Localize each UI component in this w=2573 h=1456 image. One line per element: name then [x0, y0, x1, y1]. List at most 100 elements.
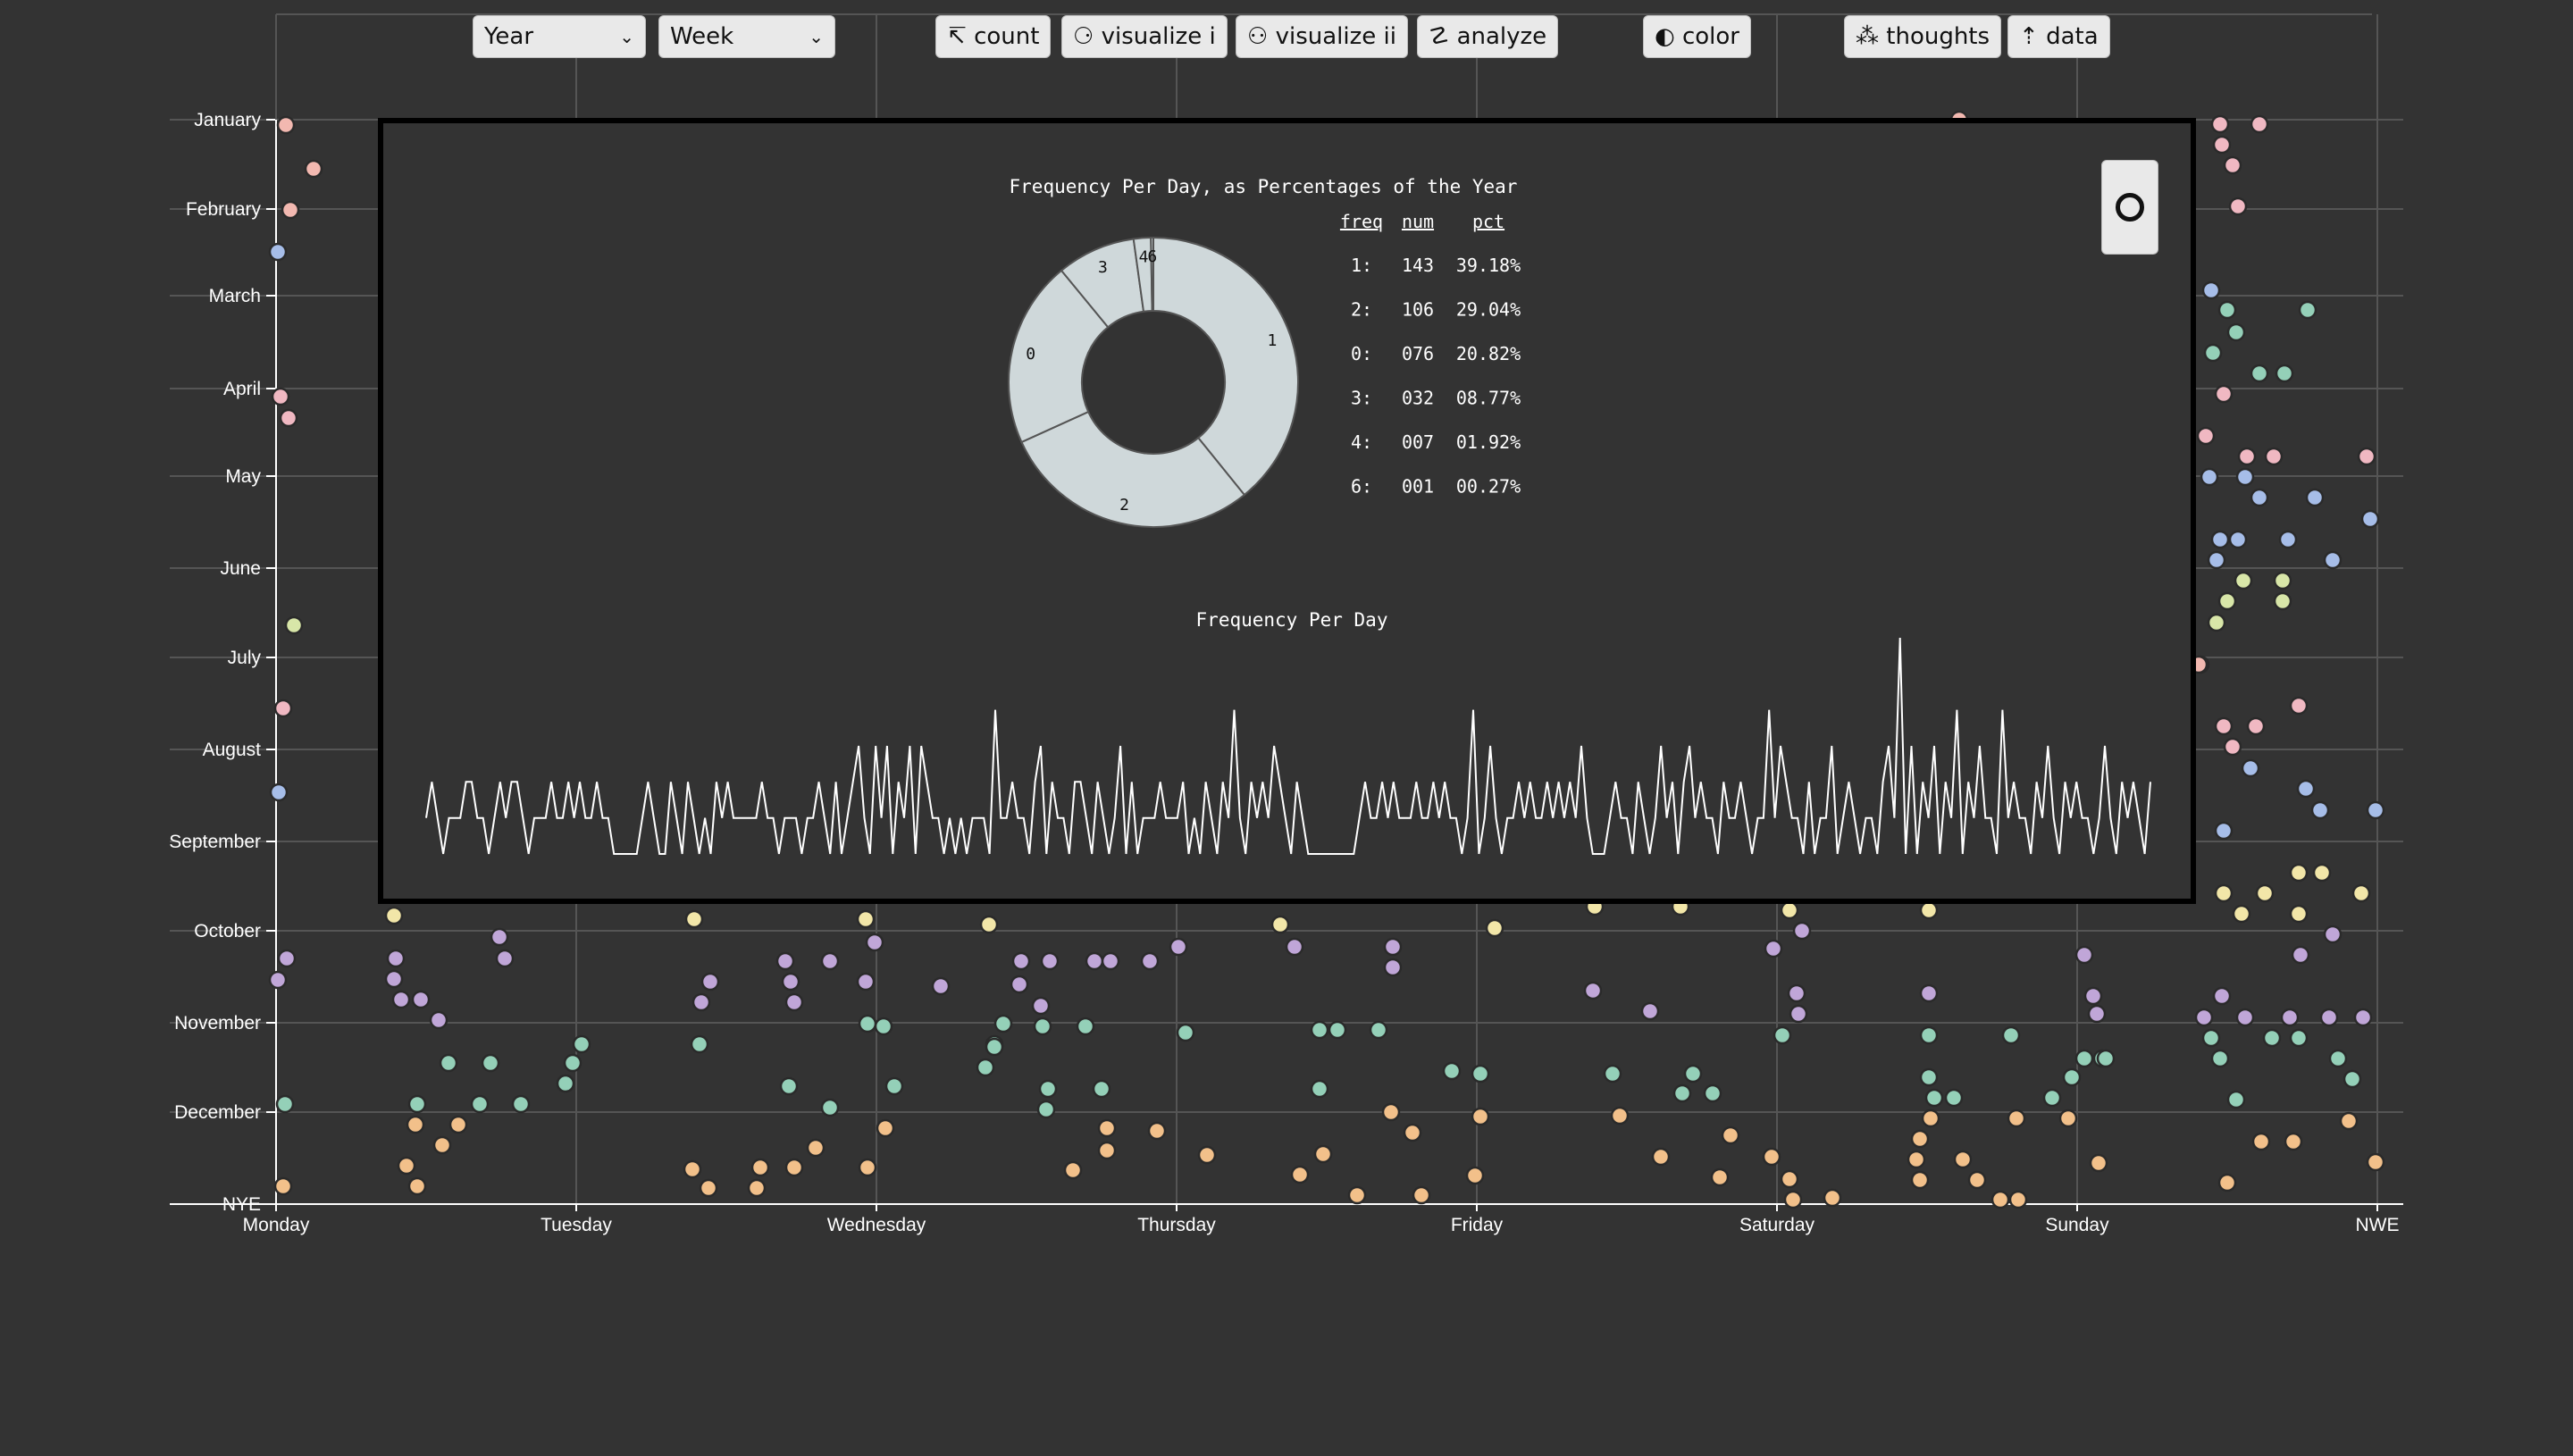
frequency-line [425, 637, 2151, 855]
color-button[interactable]: ◐ color [1643, 15, 1751, 58]
day-dot [1773, 1025, 1792, 1045]
day-dot [2273, 571, 2292, 590]
day-dot [284, 615, 304, 635]
day-dot [976, 1058, 995, 1077]
data-label: data [2046, 23, 2099, 50]
day-dot [2210, 114, 2230, 134]
day-dot [572, 1034, 591, 1054]
day-dot [747, 1178, 767, 1198]
day-dot [2343, 1069, 2362, 1089]
day-dot [2323, 550, 2343, 570]
day-dot [2251, 1132, 2271, 1151]
day-dot [1197, 1145, 1217, 1165]
day-dot [391, 990, 411, 1009]
day-dot [1683, 1064, 1703, 1084]
day-dot [563, 1053, 582, 1073]
day-dot [281, 200, 300, 220]
granularity-select[interactable]: Week ⌄ [658, 15, 835, 58]
day-dot [2214, 384, 2234, 404]
thoughts-label: thoughts [1886, 23, 1991, 50]
day-dot [2214, 821, 2234, 841]
day-dot [2235, 1008, 2255, 1027]
day-dot [407, 1176, 427, 1196]
day-dot [1485, 918, 1504, 938]
day-dot [1290, 1165, 1310, 1184]
day-dot [2223, 155, 2242, 175]
day-dot [2217, 300, 2237, 320]
day-dot [1603, 1064, 1622, 1084]
day-dot [495, 949, 515, 968]
day-dot [2250, 488, 2269, 507]
visualize-i-button[interactable]: ⚆ visualize i [1061, 15, 1228, 58]
day-dot [279, 408, 298, 428]
visualize-ii-icon: ⚇ [1247, 23, 1269, 50]
day-dot [2226, 322, 2246, 342]
close-button[interactable] [2101, 160, 2158, 255]
day-dot [1910, 1170, 1930, 1190]
day-dot [2008, 1190, 2028, 1209]
table-header: freq [1340, 211, 1383, 232]
day-dot [2234, 571, 2253, 590]
day-dot [1381, 1102, 1401, 1122]
day-dot [1991, 1190, 2010, 1209]
day-dot [876, 1118, 895, 1138]
day-dot [1038, 1079, 1058, 1099]
day-dot [1823, 1188, 1842, 1208]
table-cell: 29.04% [1456, 299, 1521, 321]
day-dot [858, 1158, 877, 1177]
day-dot [273, 1176, 293, 1196]
y-tick-label: June [220, 558, 261, 579]
day-dot [1710, 1167, 1730, 1187]
day-dot [2001, 1025, 2021, 1045]
day-dot [2298, 300, 2317, 320]
visualize-ii-button[interactable]: ⚇ visualize ii [1236, 15, 1408, 58]
data-button[interactable]: ⇡ data [2007, 15, 2110, 58]
day-dot [1640, 1001, 1660, 1021]
day-dot [2310, 800, 2330, 820]
day-dot [2273, 591, 2292, 611]
day-dot [1176, 1023, 1195, 1042]
analysis-modal: Frequency Per Day, as Percentages of the… [378, 118, 2196, 904]
chevron-down-icon: ⌄ [809, 26, 824, 47]
analyze-button[interactable]: ☡ analyze [1417, 15, 1559, 58]
table-header: pct [1472, 211, 1504, 232]
table-cell: 3: [1351, 388, 1372, 409]
day-dot [2214, 716, 2234, 736]
day-dot [781, 972, 800, 992]
day-dot [1036, 1100, 1056, 1119]
pie-slice-label: 1 [1268, 331, 1278, 350]
day-dot [2289, 904, 2309, 924]
day-dot [386, 949, 406, 968]
x-tick-label: Saturday [1739, 1215, 1815, 1235]
analyze-icon: ☡ [1429, 23, 1450, 50]
day-dot [2366, 800, 2385, 820]
thoughts-button[interactable]: ⁂ thoughts [1844, 15, 2002, 58]
day-dot [2232, 904, 2251, 924]
day-dot [1471, 1064, 1490, 1084]
day-dot [1789, 1004, 1808, 1024]
visualize-i-icon: ⚆ [1073, 23, 1094, 50]
day-dot [1967, 1170, 1987, 1190]
y-tick-label: November [174, 1013, 261, 1033]
day-dot [2339, 1111, 2359, 1131]
day-dot [2255, 883, 2275, 903]
visualize-i-label: visualize i [1101, 23, 1216, 50]
day-dot [2062, 1067, 2082, 1087]
day-dot [699, 1178, 718, 1198]
day-dot [397, 1156, 416, 1176]
day-dot [2237, 447, 2257, 466]
table-cell: 001 [1402, 476, 1434, 498]
day-dot [2196, 426, 2216, 446]
day-dot [268, 970, 288, 990]
table-cell: 08.77% [1456, 388, 1521, 409]
table-header: num [1402, 211, 1434, 232]
day-dot [269, 782, 289, 802]
day-dot [1285, 937, 1304, 957]
day-dot [2366, 1152, 2385, 1172]
day-dot [1092, 1079, 1111, 1099]
table-cell: 2: [1351, 299, 1372, 321]
count-button[interactable]: ↸ count [935, 15, 1052, 58]
day-dot [1328, 1020, 1347, 1040]
period-select[interactable]: Year ⌄ [473, 15, 646, 58]
day-dot [1031, 996, 1051, 1016]
